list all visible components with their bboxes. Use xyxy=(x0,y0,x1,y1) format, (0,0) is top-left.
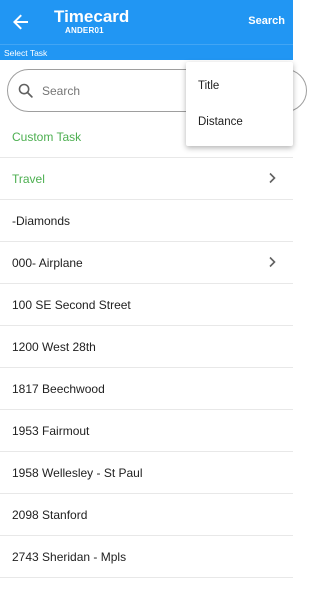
list-item[interactable]: 2098 Stanford xyxy=(0,494,293,536)
page-title: Timecard xyxy=(54,7,130,26)
sort-menu-item-distance[interactable]: Distance xyxy=(186,104,293,140)
list-item-label: 1817 Beechwood xyxy=(12,381,105,396)
list-item[interactable]: 1958 Wellesley - St Paul xyxy=(0,452,293,494)
list-item-label: Travel xyxy=(12,171,45,186)
select-task-header: Select Task xyxy=(0,44,293,60)
chevron-right-icon xyxy=(269,256,276,268)
list-item[interactable]: 100 SE Second Street xyxy=(0,284,293,326)
title-block: Timecard ANDER01 xyxy=(54,8,129,36)
list-item[interactable]: 1817 Beechwood xyxy=(0,368,293,410)
back-button[interactable] xyxy=(8,9,34,35)
list-item[interactable]: 1200 West 28th xyxy=(0,326,293,368)
list-item-label: 1953 Fairmout xyxy=(12,423,90,438)
list-item[interactable]: 1953 Fairmout xyxy=(0,410,293,452)
search-action-button[interactable]: Search xyxy=(248,15,285,27)
app-bar: Timecard ANDER01 Search xyxy=(0,0,293,44)
list-item-label: Custom Task xyxy=(12,129,82,144)
list-item[interactable]: -Diamonds xyxy=(0,200,293,242)
list-item-label: 000- Airplane xyxy=(12,255,83,270)
sort-menu: Title Distance xyxy=(186,62,293,146)
search-icon xyxy=(18,83,33,98)
list-item[interactable]: 2743 Sheridan - Mpls xyxy=(0,536,293,578)
list-item-label: 100 SE Second Street xyxy=(12,297,131,312)
sort-menu-item-title[interactable]: Title xyxy=(186,68,293,104)
list-item[interactable]: 000- Airplane xyxy=(0,242,293,284)
chevron-right-icon xyxy=(269,172,276,184)
list-item-label: 2743 Sheridan - Mpls xyxy=(12,549,127,564)
list-item-label: -Diamonds xyxy=(12,213,71,228)
list-item-travel[interactable]: Travel xyxy=(0,158,293,200)
arrow-left-icon xyxy=(13,14,28,30)
page-subtitle: ANDER01 xyxy=(65,26,104,35)
list-item-label: 2098 Stanford xyxy=(12,507,88,522)
list-item-label: 1958 Wellesley - St Paul xyxy=(12,465,143,480)
list-item-label: 1200 West 28th xyxy=(12,339,96,354)
task-list: Custom Task Travel -Diamonds 000- Airpla… xyxy=(0,116,293,578)
